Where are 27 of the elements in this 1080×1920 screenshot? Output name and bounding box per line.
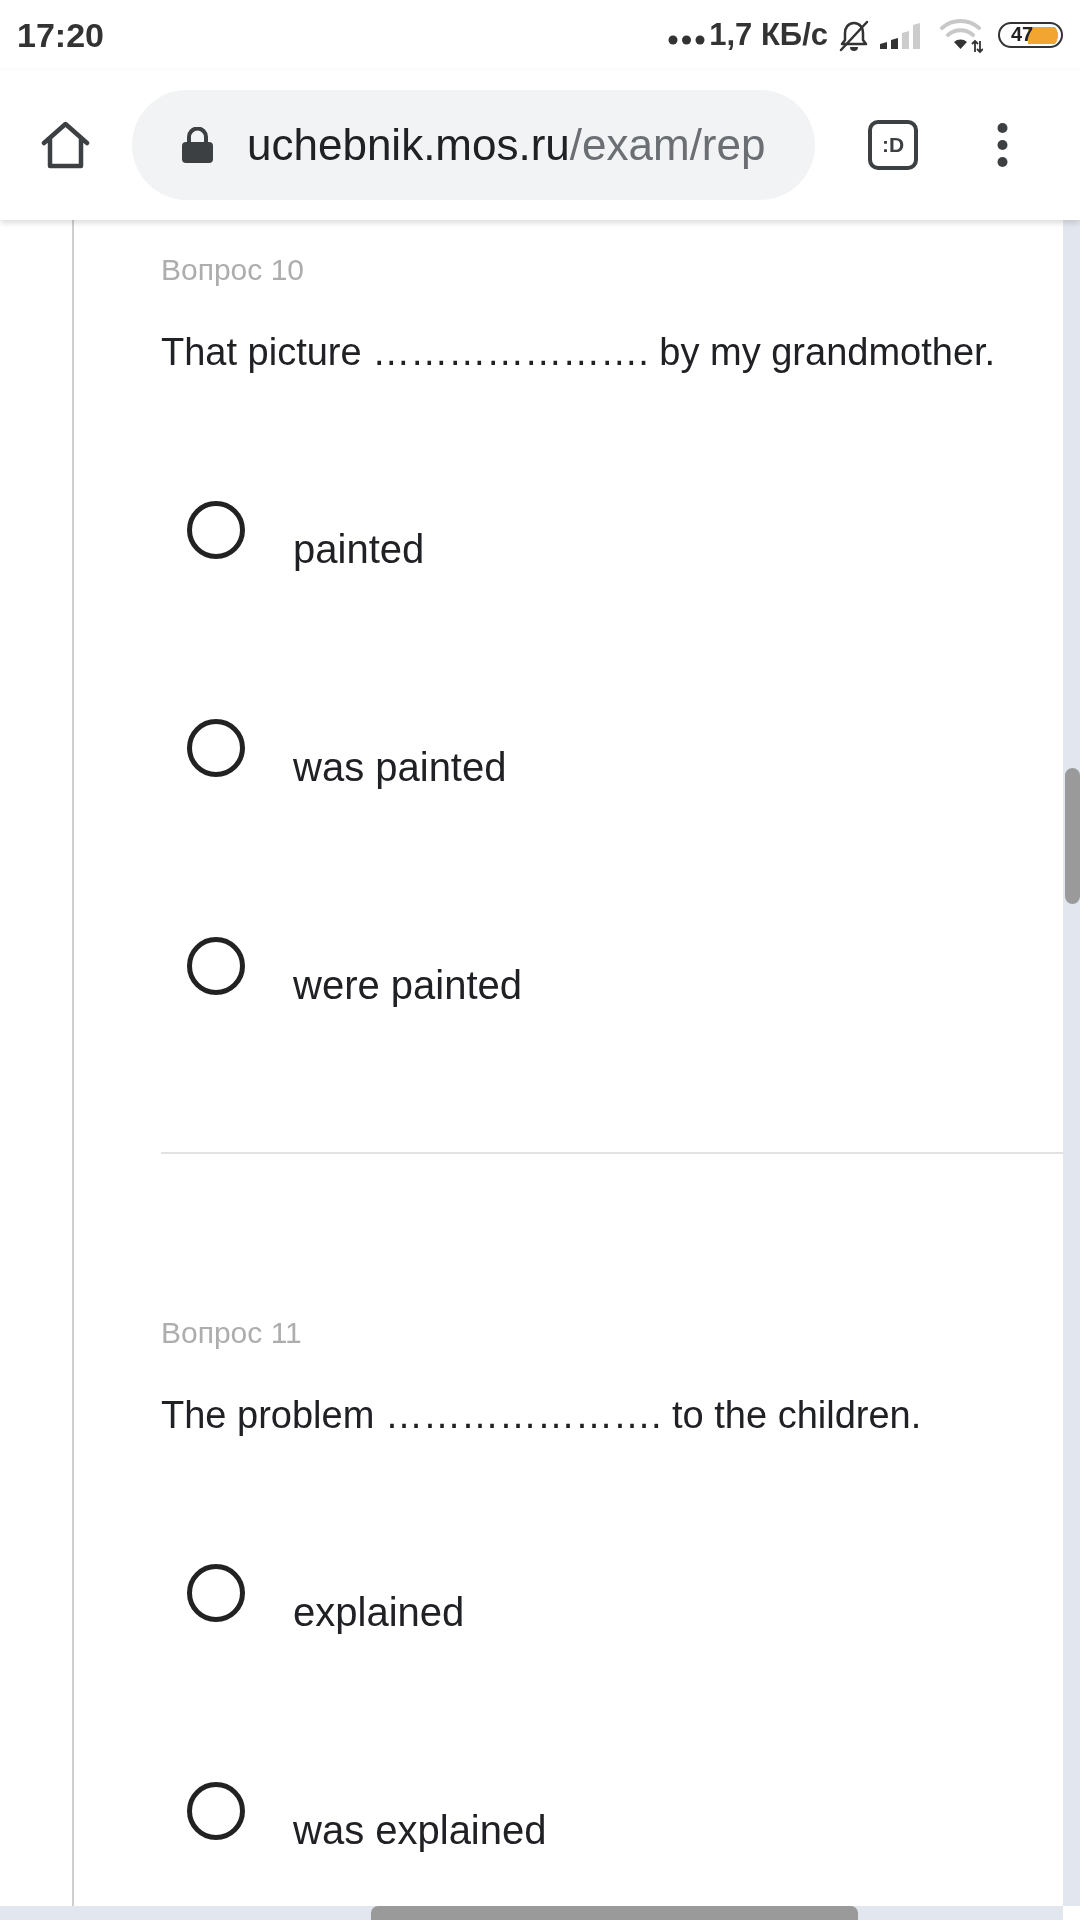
wifi-icon: [940, 16, 983, 54]
radio-button[interactable]: [187, 1782, 245, 1840]
home-button[interactable]: [40, 121, 91, 169]
question-number: Вопрос 10: [161, 252, 305, 288]
bell-muted-icon: [838, 18, 870, 52]
scrollbar-thumb[interactable]: [371, 1906, 858, 1920]
network-speed: 1,7 КБ/с: [709, 17, 828, 53]
tab-switcher-button[interactable]: :D: [868, 120, 918, 170]
address-bar[interactable]: uchebnik.mos.ru/exam/rep: [132, 90, 815, 200]
radio-button[interactable]: [187, 501, 245, 559]
scrollbar-thumb[interactable]: [1065, 768, 1080, 904]
option-label[interactable]: was painted: [293, 743, 507, 791]
option-label[interactable]: explained: [293, 1588, 465, 1636]
clock-time: 17:20: [17, 15, 104, 55]
url-text: uchebnik.mos.ru/exam/rep: [247, 120, 766, 170]
radio-button[interactable]: [187, 719, 245, 777]
question-number: Вопрос 11: [161, 1315, 303, 1351]
option-label[interactable]: painted: [293, 525, 425, 573]
question-text: That picture …………………. by my grandmother.: [161, 330, 997, 375]
radio-button[interactable]: [187, 937, 245, 995]
lock-icon: [181, 127, 214, 163]
option-label[interactable]: were painted: [293, 961, 523, 1009]
home-icon: [40, 121, 91, 169]
radio-button[interactable]: [187, 1564, 245, 1622]
question-text: The problem …………………. to the children.: [161, 1393, 923, 1438]
more-notifications-icon: [668, 35, 706, 45]
option-label[interactable]: was explained: [293, 1806, 547, 1854]
